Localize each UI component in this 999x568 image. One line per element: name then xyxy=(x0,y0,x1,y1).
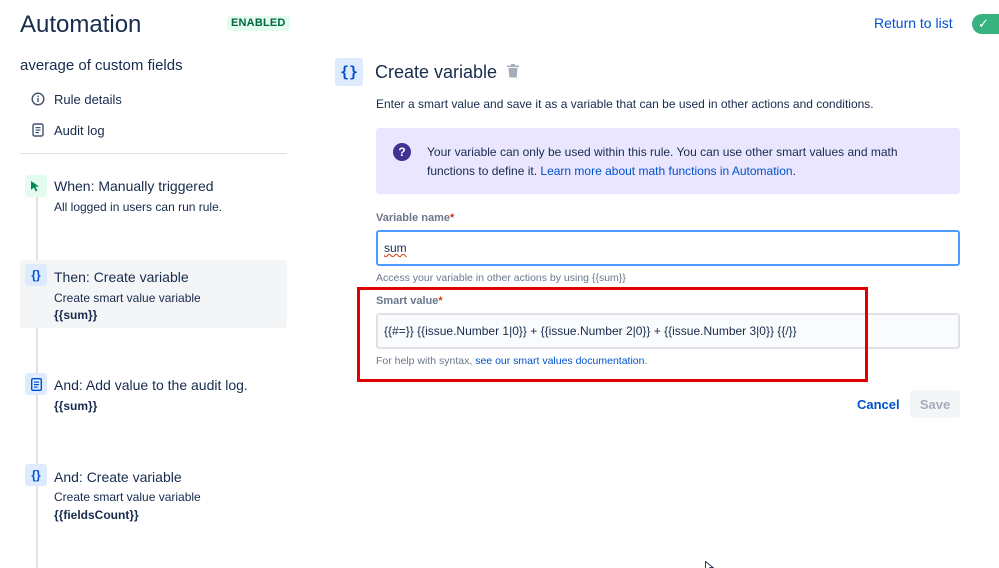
braces-icon: {} xyxy=(25,264,47,286)
save-button[interactable]: Save xyxy=(910,390,960,418)
question-icon: ? xyxy=(393,143,411,161)
label-text: Variable name xyxy=(376,212,450,224)
step-add-audit-log[interactable]: And: Add value to the audit log. {{sum}} xyxy=(20,368,287,418)
sidebar-link-label: Audit log xyxy=(54,122,105,138)
status-badge: ENABLED xyxy=(227,16,290,31)
step-title: And: Add value to the audit log. xyxy=(54,377,248,393)
math-functions-link[interactable]: Learn more about math functions in Autom… xyxy=(540,164,792,178)
step-trigger-manual[interactable]: When: Manually triggered All logged in u… xyxy=(20,170,287,220)
braces-icon: {} xyxy=(25,464,47,486)
rule-name: average of custom fields xyxy=(20,57,183,74)
trigger-icon xyxy=(25,175,47,197)
variable-name-input[interactable]: sum xyxy=(376,230,960,266)
step-variable: {{sum}} xyxy=(54,308,98,322)
check-icon: ✓ xyxy=(978,16,989,31)
step-title: Then: Create variable xyxy=(54,269,189,285)
info-suffix: . xyxy=(792,164,796,178)
braces-icon: {} xyxy=(335,58,363,86)
required-mark: * xyxy=(450,212,455,224)
step-title: When: Manually triggered xyxy=(54,178,214,194)
step-subtitle: Create smart value variable xyxy=(54,490,201,504)
step-title: And: Create variable xyxy=(54,469,182,485)
return-to-list-link[interactable]: Return to list xyxy=(874,15,953,31)
annotation-highlight-box xyxy=(357,287,868,382)
variable-name-label: Variable name* xyxy=(376,212,454,224)
panel-description: Enter a smart value and save it as a var… xyxy=(376,97,874,111)
info-icon xyxy=(30,91,46,107)
variable-name-helper: Access your variable in other actions by… xyxy=(376,272,626,284)
step-variable: {{fieldsCount}} xyxy=(54,508,139,522)
cancel-button[interactable]: Cancel xyxy=(849,390,908,418)
audit-log-icon xyxy=(25,373,47,395)
step-variable: {{sum}} xyxy=(54,399,98,413)
panel-title: Create variable xyxy=(375,62,498,82)
step-subtitle: Create smart value variable xyxy=(54,291,201,305)
document-icon xyxy=(30,122,46,138)
sidebar-divider xyxy=(20,153,287,154)
step-create-variable-fieldscount[interactable]: {} And: Create variable Create smart val… xyxy=(20,460,287,526)
sidebar-link-rule-details[interactable]: Rule details xyxy=(30,91,122,107)
info-message: ? Your variable can only be used within … xyxy=(376,128,960,194)
variable-name-value: sum xyxy=(384,241,407,255)
page-title: Automation xyxy=(20,11,142,38)
trash-icon[interactable] xyxy=(507,64,521,80)
step-create-variable-sum[interactable]: {} Then: Create variable Create smart va… xyxy=(20,260,287,328)
sidebar-link-label: Rule details xyxy=(54,91,122,107)
info-message-text: Your variable can only be used within th… xyxy=(427,143,947,181)
sidebar-link-audit-log[interactable]: Audit log xyxy=(30,122,105,138)
step-subtitle: All logged in users can run rule. xyxy=(54,200,223,214)
mouse-cursor-icon xyxy=(705,558,715,568)
rule-enabled-toggle[interactable]: ✓ xyxy=(972,14,999,34)
